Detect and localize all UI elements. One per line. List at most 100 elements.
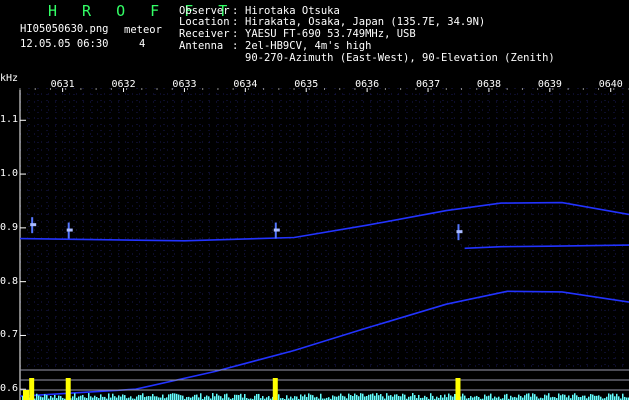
signal-bar bbox=[278, 394, 280, 400]
signal-bar bbox=[518, 394, 520, 400]
meteor-echo-core bbox=[273, 228, 280, 232]
signal-bar bbox=[234, 394, 236, 400]
signal-bar bbox=[152, 393, 154, 400]
signal-bar bbox=[614, 396, 616, 400]
signal-bar bbox=[448, 393, 450, 400]
signal-bar bbox=[394, 394, 396, 400]
signal-bar bbox=[488, 395, 490, 400]
signal-bar bbox=[374, 395, 376, 400]
signal-bar bbox=[124, 395, 126, 400]
meteor-signal-bar bbox=[23, 390, 29, 400]
signal-bar bbox=[572, 394, 574, 400]
signal-bar bbox=[216, 393, 218, 400]
signal-bar bbox=[156, 396, 158, 400]
signal-bar bbox=[218, 395, 220, 400]
signal-bar bbox=[360, 393, 362, 400]
signal-bar bbox=[504, 394, 506, 400]
signal-bar bbox=[296, 396, 298, 400]
signal-bar bbox=[136, 396, 138, 400]
signal-bar bbox=[430, 393, 432, 400]
signal-bar bbox=[206, 395, 208, 400]
signal-bar bbox=[524, 395, 526, 400]
signal-bar bbox=[388, 395, 390, 400]
signal-bar bbox=[444, 394, 446, 400]
signal-bar bbox=[412, 393, 414, 400]
signal-bar bbox=[548, 393, 550, 400]
signal-bar bbox=[386, 393, 388, 400]
signal-bar bbox=[532, 393, 534, 400]
signal-bar bbox=[432, 395, 434, 400]
meteor-echo-core bbox=[30, 223, 37, 227]
signal-bar bbox=[618, 396, 620, 400]
signal-bar bbox=[262, 396, 264, 400]
signal-bar bbox=[436, 396, 438, 400]
signal-bar bbox=[528, 393, 530, 400]
signal-bar bbox=[182, 395, 184, 400]
signal-bar bbox=[146, 396, 148, 400]
meteor-echo-core bbox=[66, 228, 73, 232]
signal-bar bbox=[576, 395, 578, 400]
signal-bar bbox=[596, 395, 598, 400]
signal-bar bbox=[148, 396, 150, 400]
meteor-signal-bar bbox=[272, 378, 278, 400]
signal-bar bbox=[82, 394, 84, 400]
signal-bar bbox=[562, 394, 564, 400]
signal-bar bbox=[610, 394, 612, 400]
signal-bar bbox=[308, 393, 310, 400]
signal-bar bbox=[140, 395, 142, 400]
signal-bar bbox=[372, 393, 374, 400]
signal-bar bbox=[214, 396, 216, 400]
signal-bar bbox=[112, 393, 114, 400]
signal-bar bbox=[40, 396, 42, 400]
signal-bar bbox=[348, 393, 350, 400]
signal-bar bbox=[486, 396, 488, 400]
signal-bar bbox=[574, 393, 576, 400]
signal-bar bbox=[268, 396, 270, 400]
signal-bar bbox=[194, 394, 196, 400]
signal-bar bbox=[94, 395, 96, 400]
signal-bar bbox=[332, 395, 334, 400]
signal-bar bbox=[256, 394, 258, 400]
signal-bar bbox=[520, 396, 522, 400]
signal-bar bbox=[582, 395, 584, 400]
signal-bar bbox=[290, 396, 292, 400]
signal-bar bbox=[402, 393, 404, 400]
signal-bar bbox=[240, 393, 242, 400]
signal-bar bbox=[366, 396, 368, 400]
signal-bar bbox=[350, 395, 352, 400]
signal-bar bbox=[320, 393, 322, 400]
signal-bar bbox=[258, 393, 260, 400]
signal-bar bbox=[588, 396, 590, 400]
signal-bar bbox=[342, 395, 344, 400]
signal-bar bbox=[594, 395, 596, 400]
signal-bar bbox=[368, 394, 370, 400]
signal-bar bbox=[418, 394, 420, 400]
signal-bar bbox=[382, 396, 384, 400]
signal-bar bbox=[302, 396, 304, 400]
signal-bar bbox=[38, 395, 40, 400]
signal-bar bbox=[404, 394, 406, 400]
signal-bar bbox=[616, 393, 618, 400]
signal-bar bbox=[36, 393, 38, 400]
signal-bar bbox=[80, 395, 82, 400]
signal-bar bbox=[608, 393, 610, 400]
signal-bar bbox=[484, 394, 486, 400]
signal-bar bbox=[78, 396, 80, 400]
signal-bar bbox=[584, 395, 586, 400]
signal-bar bbox=[208, 396, 210, 400]
signal-bar bbox=[118, 395, 120, 400]
signal-bar bbox=[300, 394, 302, 400]
signal-bar bbox=[286, 395, 288, 400]
signal-bar bbox=[546, 395, 548, 400]
signal-bar bbox=[238, 395, 240, 400]
signal-bar bbox=[138, 394, 140, 400]
signal-bar bbox=[46, 395, 48, 400]
signal-bar bbox=[44, 394, 46, 400]
signal-bar bbox=[440, 395, 442, 400]
signal-bar bbox=[560, 395, 562, 400]
signal-bar bbox=[396, 394, 398, 400]
signal-bar bbox=[622, 393, 624, 400]
signal-bar bbox=[310, 394, 312, 400]
signal-bar bbox=[510, 395, 512, 400]
signal-bar bbox=[568, 395, 570, 400]
